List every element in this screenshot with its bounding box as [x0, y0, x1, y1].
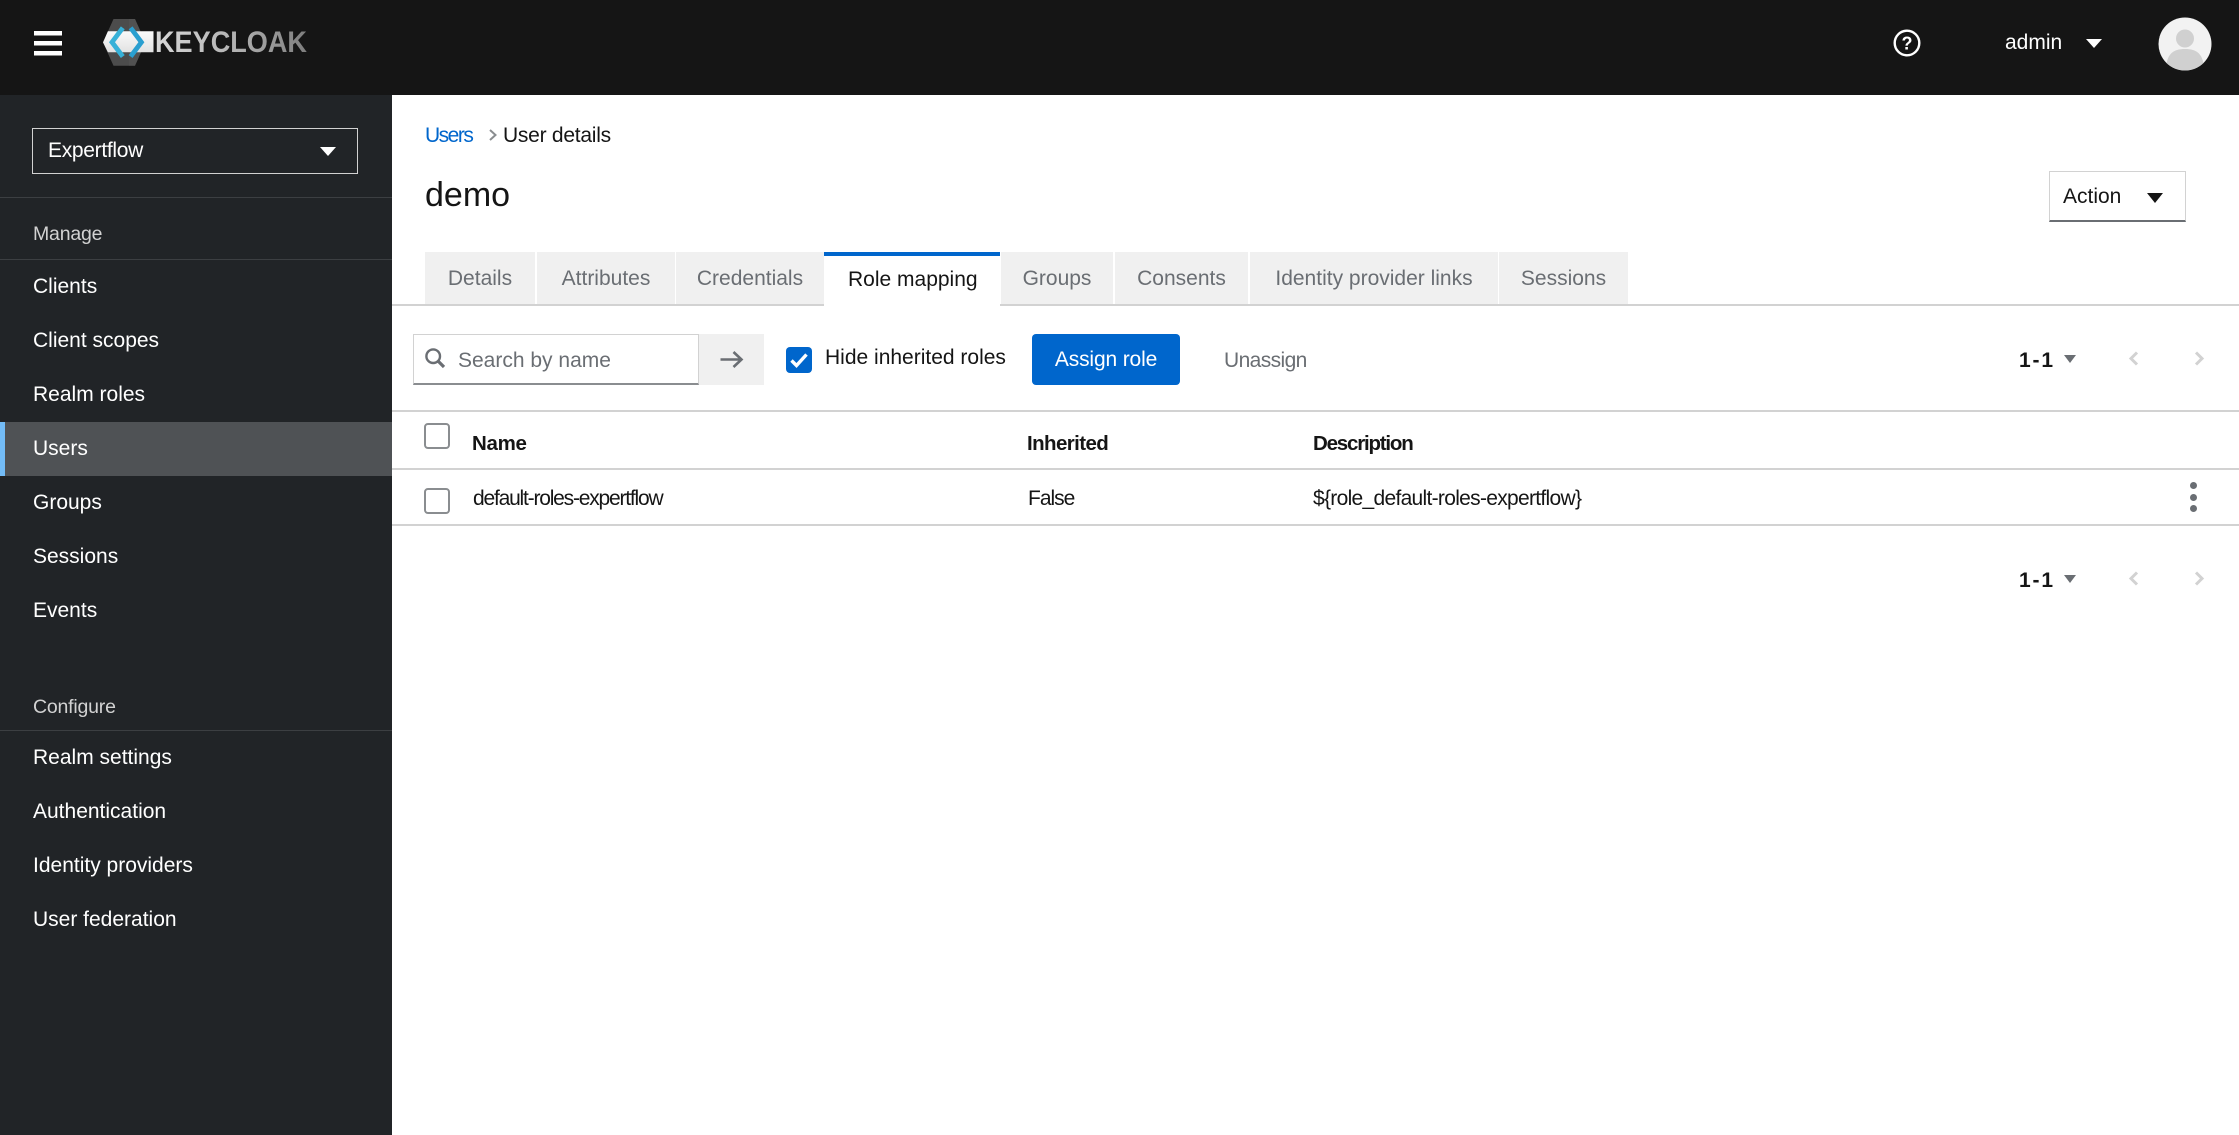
svg-text:KEYCLOAK: KEYCLOAK: [155, 26, 308, 59]
svg-text:?: ?: [1902, 34, 1913, 54]
